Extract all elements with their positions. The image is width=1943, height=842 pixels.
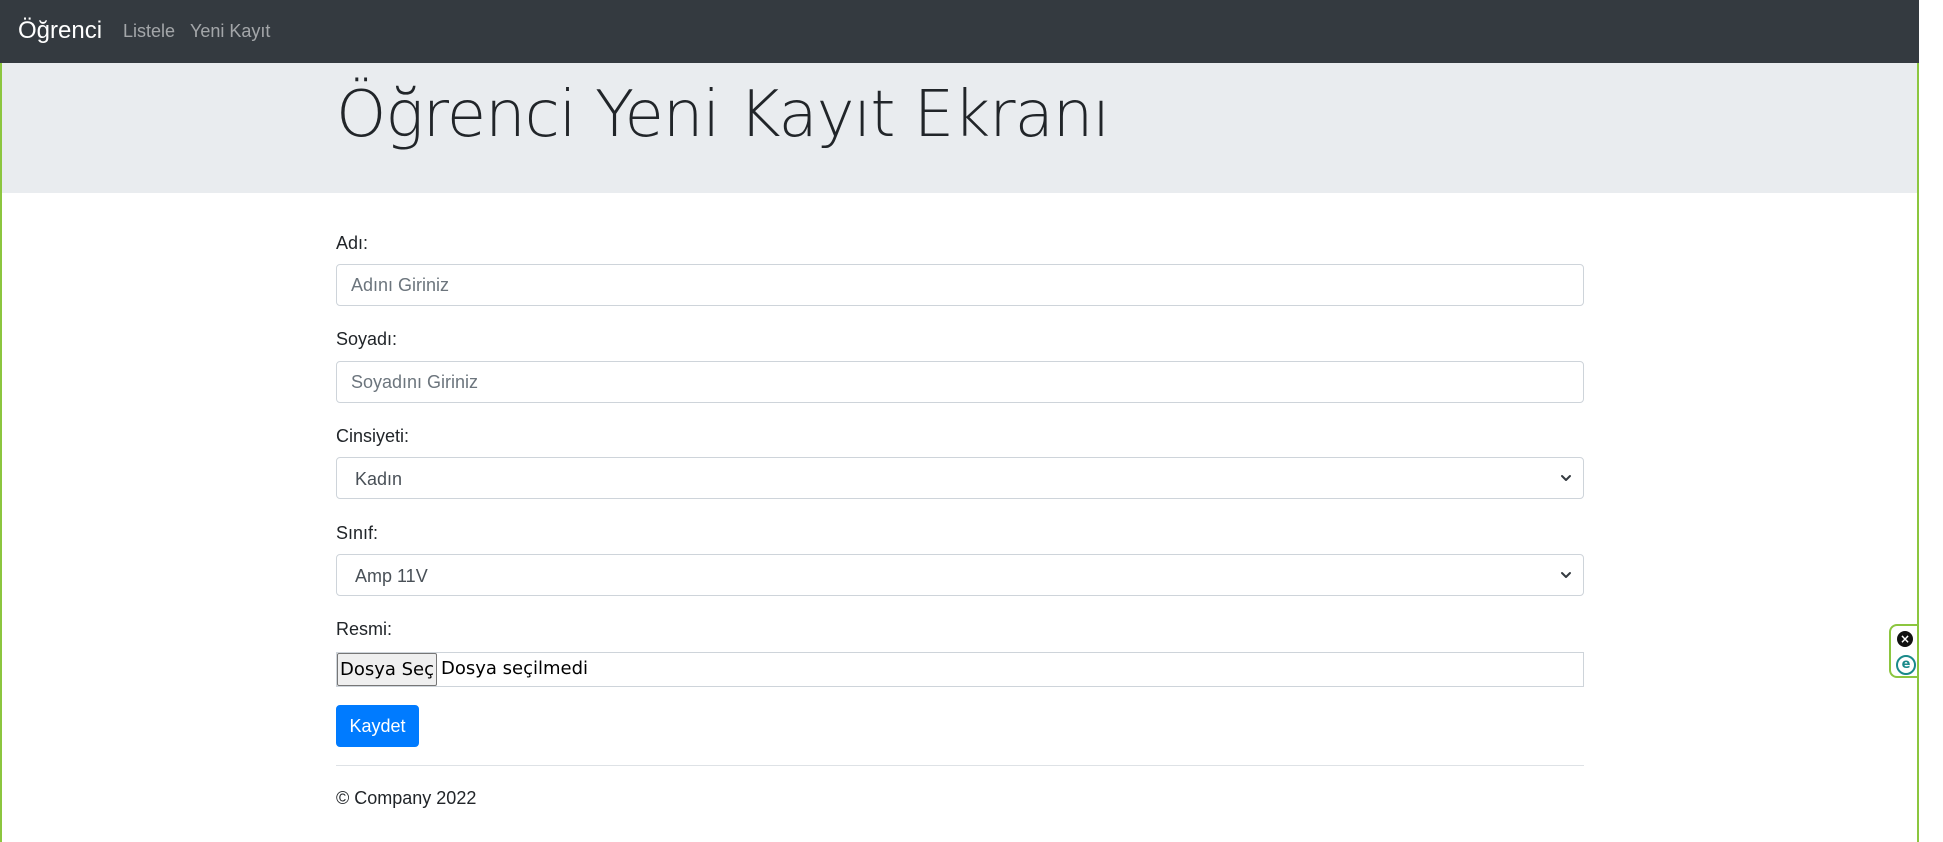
gender-select[interactable]: Kadın [336,457,1584,499]
first-name-input[interactable] [336,264,1584,306]
photo-file-input[interactable]: Dosya Seç Dosya seçilmedi [336,652,1584,687]
gender-selected-value: Kadın [355,469,403,489]
photo-label: Resmi: [336,619,393,639]
class-select[interactable]: Amp 11V [336,554,1584,596]
nav-link-yeni-kayit[interactable]: Yeni Kayıt [190,20,270,42]
nav-link-listele[interactable]: Listele [123,20,175,42]
chevron-down-icon [1561,572,1571,578]
close-circle-icon[interactable]: × [1897,631,1913,647]
file-status-text: Dosya seçilmedi [441,658,589,679]
navbar: Öğrenci Listele Yeni Kayıt [0,0,1919,63]
gender-label: Cinsiyeti: [336,426,410,446]
page-title: Öğrenci Yeni Kayıt Ekranı [336,78,1110,152]
save-button[interactable]: Kaydet [336,705,419,747]
navbar-brand[interactable]: Öğrenci [18,16,102,46]
choose-file-button[interactable]: Dosya Seç [337,653,437,686]
jumbotron: Öğrenci Yeni Kayıt Ekranı [2,63,1917,193]
e-icon[interactable]: e [1896,655,1916,675]
footer-text: © Company 2022 [336,788,477,808]
footer-divider [336,765,1584,766]
first-name-label: Adı: [336,233,369,253]
last-name-label: Soyadı: [336,329,398,349]
class-selected-value: Amp 11V [355,566,428,586]
class-label: Sınıf: [336,523,379,543]
extension-widget: × e [1889,624,1917,678]
chevron-down-icon [1561,475,1571,481]
last-name-input[interactable] [336,361,1584,403]
